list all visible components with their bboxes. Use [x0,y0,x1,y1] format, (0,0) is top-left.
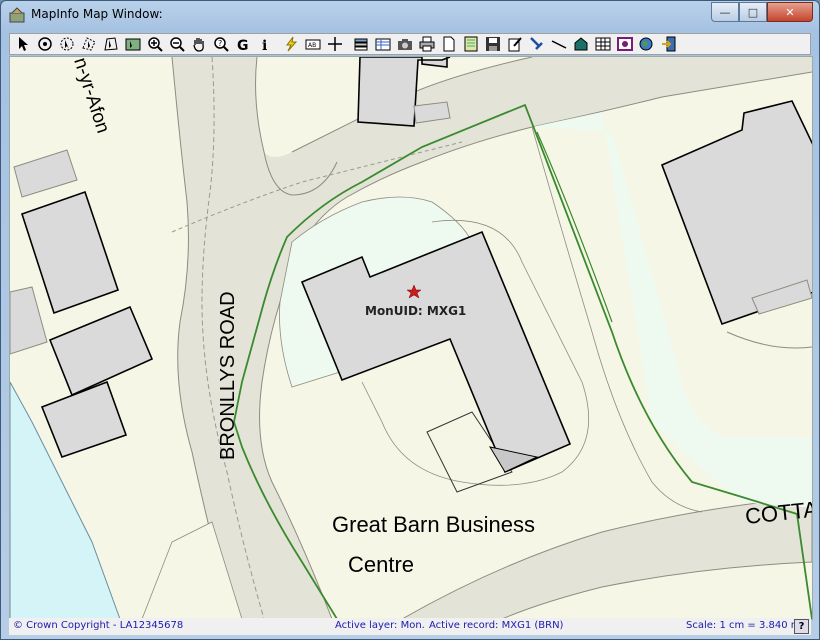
globe-app-icon [9,7,25,23]
page-icon[interactable] [438,34,460,54]
label-icon[interactable]: AB [302,34,324,54]
help-icon[interactable]: ? [794,619,809,634]
browser-icon[interactable] [372,34,394,54]
boundary-select-icon[interactable] [100,34,122,54]
edit-icon[interactable] [504,34,526,54]
info-icon[interactable]: i [254,34,276,54]
polygon-icon[interactable] [570,34,592,54]
exit-icon[interactable] [658,34,680,54]
graphic-select-icon[interactable] [122,34,144,54]
marker-label: MonUID: MXG1 [365,304,466,318]
status-bar: © Crown Copyright - LA12345678 Active la… [9,618,811,635]
globe-icon[interactable] [636,34,658,54]
pan-hand-icon[interactable] [188,34,210,54]
title-bar[interactable]: MapInfo Map Window: — □ ✕ [1,1,819,29]
print-icon[interactable] [416,34,438,54]
map-window: MapInfo Map Window: — □ ✕ ? G i AB n-yr-… [0,0,820,640]
maximize-button[interactable]: □ [739,2,767,22]
close-button[interactable]: ✕ [767,2,813,22]
map-toolbar: ? G i AB [9,33,811,55]
svg-text:AB: AB [308,42,316,49]
road-label-bronllys: BRONLLYS ROAD [217,291,239,460]
zoom-out-icon[interactable] [166,34,188,54]
copyright-text: © Crown Copyright - LA12345678 [13,620,184,631]
radius-select-icon[interactable] [34,34,56,54]
digitize-icon[interactable] [526,34,548,54]
marquee-select-icon[interactable] [56,34,78,54]
map-canvas[interactable]: n-yr-Afon BRONLLYS ROAD MonUID: MXG1 Gre… [9,56,813,620]
line-icon[interactable] [548,34,570,54]
area-label-line2: Centre [348,552,414,577]
hotlink-icon[interactable] [280,34,302,54]
info-zoom-icon[interactable]: ? [210,34,232,54]
svg-text:i: i [262,38,267,52]
zoom-in-icon[interactable] [144,34,166,54]
legend-icon[interactable] [460,34,482,54]
camera-icon[interactable] [394,34,416,54]
layer-control-icon[interactable] [350,34,372,54]
select-arrow-icon[interactable] [12,34,34,54]
save-icon[interactable] [482,34,504,54]
window-title: MapInfo Map Window: [31,7,163,21]
active-layer-text: Active layer: Mon. [335,620,425,631]
area-label-line1: Great Barn Business [332,512,535,537]
scale-text: Scale: 1 cm = 3.840 m [686,620,801,631]
grabber-icon[interactable]: G [232,34,254,54]
minimize-button[interactable]: — [711,2,739,22]
active-record-text: Active record: MXG1 (BRN) [429,620,564,631]
svg-text:?: ? [218,39,222,48]
svg-text:G: G [237,38,249,52]
table-icon[interactable] [592,34,614,54]
theme-icon[interactable] [614,34,636,54]
polygon-select-icon[interactable] [78,34,100,54]
crosshair-icon[interactable] [324,34,346,54]
